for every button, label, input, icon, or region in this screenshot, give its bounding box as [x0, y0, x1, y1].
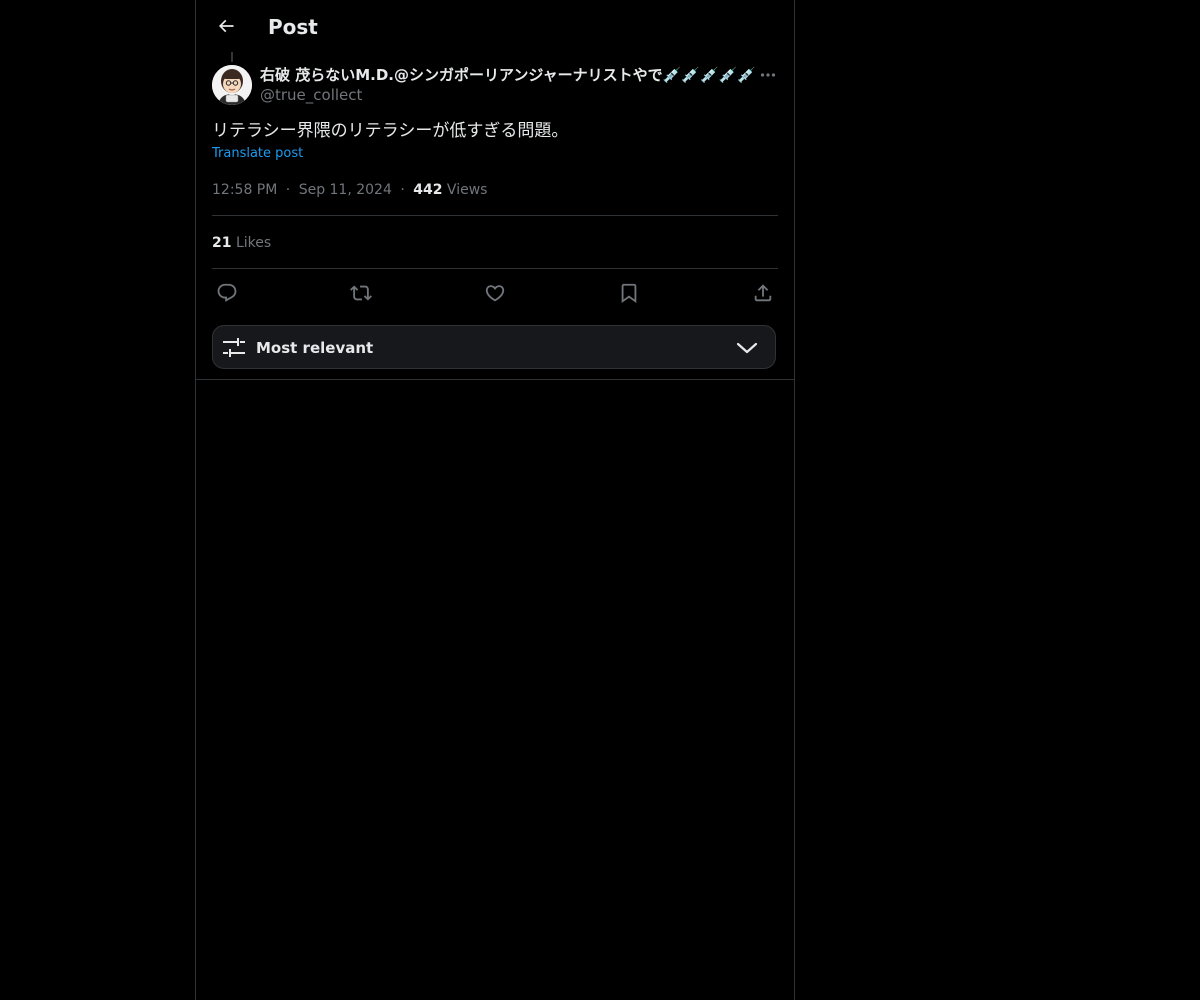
header: Post	[196, 0, 794, 53]
reply-button[interactable]	[215, 281, 239, 305]
reply-icon	[216, 282, 238, 304]
like-icon	[484, 282, 506, 304]
back-button[interactable]	[208, 8, 244, 44]
views-label: Views	[446, 182, 488, 198]
author-name[interactable]: 右破 茂らないM.D.@シンガポーリアンジャーナリストやで💉💉💉💉💉	[260, 65, 756, 85]
like-button[interactable]	[483, 281, 507, 305]
post-meta: 12:58 PM · Sep 11, 2024 · 442 Views	[212, 180, 487, 200]
translate-post-link[interactable]: Translate post	[212, 145, 303, 163]
likes-label: Likes	[235, 235, 272, 251]
chevron-down-icon	[736, 338, 758, 358]
share-button[interactable]	[751, 281, 775, 305]
avatar[interactable]	[212, 65, 252, 105]
likes-link[interactable]: 21 Likes	[212, 233, 271, 253]
ellipsis-icon	[760, 72, 776, 78]
share-icon	[752, 282, 774, 304]
repost-icon	[350, 282, 372, 304]
post-date[interactable]: Sep 11, 2024	[299, 182, 392, 198]
arrow-left-icon	[216, 16, 236, 36]
meta-separator: ·	[400, 182, 405, 198]
more-options-button[interactable]	[756, 64, 780, 86]
divider	[212, 268, 778, 269]
reply-sort-dropdown[interactable]: Most relevant	[212, 325, 776, 369]
author-handle[interactable]: @true_collect	[260, 85, 362, 105]
post-time[interactable]: 12:58 PM	[212, 182, 277, 198]
bookmark-icon	[618, 282, 640, 304]
sliders-icon	[223, 337, 245, 359]
main-column: Post 右破 茂らないM.D.@シンガポーリアンジャーナリストやで💉💉💉💉💉 …	[195, 0, 795, 1000]
repost-button[interactable]	[349, 281, 373, 305]
bookmark-button[interactable]	[617, 281, 641, 305]
section-divider	[196, 379, 794, 380]
post-text: リテラシー界隈のリテラシーが低すぎる問題。	[212, 121, 569, 141]
divider	[212, 215, 778, 216]
sort-label: Most relevant	[256, 339, 374, 357]
page-title: Post	[268, 15, 318, 39]
thread-line	[231, 52, 233, 62]
views-count: 442	[413, 182, 443, 198]
meta-separator: ·	[285, 182, 291, 198]
likes-count: 21	[212, 235, 232, 251]
